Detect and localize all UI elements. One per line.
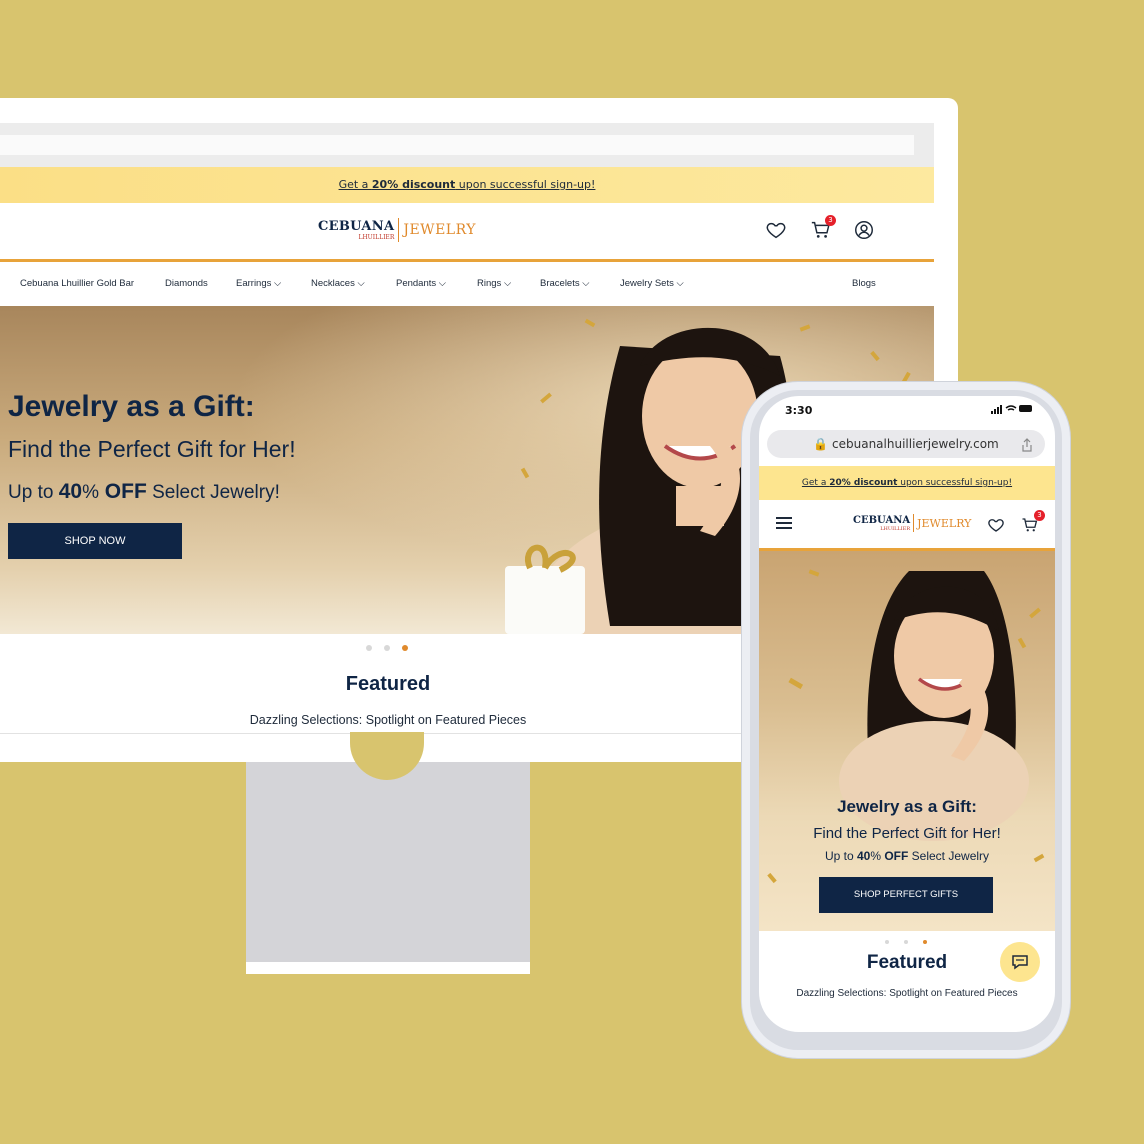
nav-item-rings[interactable]: Rings ⌵ xyxy=(477,262,511,306)
chat-icon xyxy=(1012,955,1028,970)
promo-highlight: 20% discount xyxy=(829,478,898,488)
nav-label: Rings xyxy=(477,278,502,289)
mobile-hero-model-image xyxy=(767,569,1045,884)
site-header: CEBUANA LHUILLIER JEWELRY 3 xyxy=(0,203,934,262)
nav-label: Earrings xyxy=(236,278,272,289)
browser-toolbar xyxy=(0,123,934,167)
featured-title: Featured xyxy=(345,673,431,695)
wishlist-button[interactable] xyxy=(765,219,787,241)
account-button[interactable] xyxy=(853,219,875,241)
nav-label: Bracelets xyxy=(540,278,580,289)
carousel-dot-1[interactable] xyxy=(885,940,889,944)
mobile-featured-subtitle: Dazzling Selections: Spotlight on Featur… xyxy=(796,988,1018,999)
cart-button[interactable]: 3 xyxy=(810,215,836,241)
promo-suffix: upon successful sign-up! xyxy=(455,178,596,191)
nav-item-diamonds[interactable]: Diamonds xyxy=(165,262,208,306)
nav-item-bracelets[interactable]: Bracelets ⌵ xyxy=(540,262,589,306)
cart-count-badge: 3 xyxy=(825,215,836,226)
nav-label: Diamonds xyxy=(165,278,208,289)
offer-suffix: Select Jewelry! xyxy=(146,482,280,503)
logo-brand: CEBUANA xyxy=(318,218,395,234)
carousel-dot-3-active[interactable] xyxy=(923,940,927,944)
signal-icon xyxy=(991,405,1002,414)
monitor-stand-base xyxy=(246,962,530,974)
address-bar[interactable] xyxy=(0,135,914,155)
mobile-hero-subtitle: Find the Perfect Gift for Her! xyxy=(813,825,1001,842)
wifi-icon xyxy=(1005,405,1017,411)
hero-offer: Up to 40% OFF Select Jewelry! xyxy=(8,480,280,504)
nav-item-jewelry-sets[interactable]: Jewelry Sets ⌵ xyxy=(620,262,684,306)
monitor-stand xyxy=(246,762,530,972)
url-text: cebuanalhuillierjewelry.com xyxy=(832,437,999,451)
offer-percent: % xyxy=(870,849,881,863)
status-time: 3:30 xyxy=(785,404,813,417)
carousel-dot-2[interactable] xyxy=(904,940,908,944)
promo-banner[interactable]: Get a 20% discount upon successful sign-… xyxy=(0,167,934,203)
chevron-down-icon: ⌵ xyxy=(503,278,512,289)
offer-value: 40 xyxy=(58,480,83,503)
logo-product: JEWELRY xyxy=(403,222,476,238)
offer-percent: % xyxy=(82,482,99,503)
nav-label: Necklaces xyxy=(311,278,355,289)
phone-device: 3:30 🔒 cebuanalhuillierjewelry.com Get a… xyxy=(742,382,1070,1058)
cart-count-badge: 3 xyxy=(1034,510,1045,521)
share-icon[interactable] xyxy=(1021,438,1033,452)
nav-label: Pendants xyxy=(396,278,437,289)
mobile-logo[interactable]: CEBUANA LHUILLIER JEWELRY xyxy=(853,514,971,532)
carousel-dot-2[interactable] xyxy=(384,645,390,651)
nav-label: Cebuana Lhuillier Gold Bar xyxy=(20,278,135,289)
chevron-down-icon: ⌵ xyxy=(274,278,282,289)
promo-suffix: upon successful sign-up! xyxy=(897,478,1013,488)
heart-icon[interactable] xyxy=(987,516,1005,534)
mobile-cart-button[interactable]: 3 xyxy=(1021,510,1045,534)
nav-item-earrings[interactable]: Earrings ⌵ xyxy=(236,262,281,306)
chat-button[interactable] xyxy=(1000,942,1040,982)
main-nav: Cebuana Lhuillier Gold Bar Diamonds Earr… xyxy=(0,262,934,306)
mobile-hero-title: Jewelry as a Gift: xyxy=(837,797,977,816)
mobile-hero-offer: Up to 40% OFF Select Jewelry xyxy=(759,849,1055,863)
offer-suffix: Select Jewelry xyxy=(908,849,990,863)
nav-label: Jewelry Sets xyxy=(620,278,674,289)
carousel-dot-3-active[interactable] xyxy=(402,645,408,651)
mobile-hero-banner[interactable]: Jewelry as a Gift: Find the Perfect Gift… xyxy=(759,551,1055,931)
logo-sub: LHUILLIER xyxy=(880,525,911,532)
logo-sub: LHUILLIER xyxy=(358,233,395,241)
mobile-address-bar[interactable]: 🔒 cebuanalhuillierjewelry.com xyxy=(767,430,1045,458)
nav-item-pendants[interactable]: Pendants ⌵ xyxy=(396,262,446,306)
status-icons xyxy=(991,404,1033,417)
carousel-dot-1[interactable] xyxy=(366,645,372,651)
shop-now-button[interactable]: SHOP NOW xyxy=(8,523,182,559)
promo-prefix: Get a xyxy=(338,178,372,191)
lock-icon: 🔒 xyxy=(813,437,829,451)
user-icon xyxy=(855,221,873,239)
logo-product: JEWELRY xyxy=(917,516,972,530)
hero-title: Jewelry as a Gift: xyxy=(8,390,255,423)
offer-prefix: Up to xyxy=(824,849,857,863)
heart-icon xyxy=(766,222,786,239)
offer-prefix: Up to xyxy=(8,482,59,503)
mobile-promo-banner[interactable]: Get a 20% discount upon successful sign-… xyxy=(759,466,1055,500)
site-logo[interactable]: CEBUANA LHUILLIER JEWELRY xyxy=(318,218,476,242)
mobile-header: CEBUANA LHUILLIER JEWELRY 3 xyxy=(759,500,1055,551)
chevron-down-icon: ⌵ xyxy=(582,278,590,289)
nav-item-blogs[interactable]: Blogs xyxy=(852,262,876,306)
offer-value: 40 xyxy=(856,849,871,863)
nav-item-necklaces[interactable]: Necklaces ⌵ xyxy=(311,262,365,306)
offer-off: OFF xyxy=(98,480,147,503)
shop-perfect-gifts-button[interactable]: SHOP PERFECT GIFTS xyxy=(819,877,993,913)
chevron-down-icon: ⌵ xyxy=(357,278,365,289)
chevron-down-icon: ⌵ xyxy=(438,278,446,289)
promo-highlight: 20% discount xyxy=(371,178,456,191)
menu-icon[interactable] xyxy=(775,516,793,530)
phone-screen: 3:30 🔒 cebuanalhuillierjewelry.com Get a… xyxy=(759,396,1055,1032)
offer-off: OFF xyxy=(881,849,909,863)
nav-label: Blogs xyxy=(852,278,876,289)
battery-icon xyxy=(1019,405,1032,412)
logo-brand: CEBUANA xyxy=(853,514,911,526)
hero-subtitle: Find the Perfect Gift for Her! xyxy=(8,436,296,462)
featured-subtitle: Dazzling Selections: Spotlight on Featur… xyxy=(249,713,527,727)
promo-prefix: Get a xyxy=(801,478,830,488)
chevron-down-icon: ⌵ xyxy=(676,278,684,289)
nav-item-gold-bar[interactable]: Cebuana Lhuillier Gold Bar xyxy=(20,262,134,306)
